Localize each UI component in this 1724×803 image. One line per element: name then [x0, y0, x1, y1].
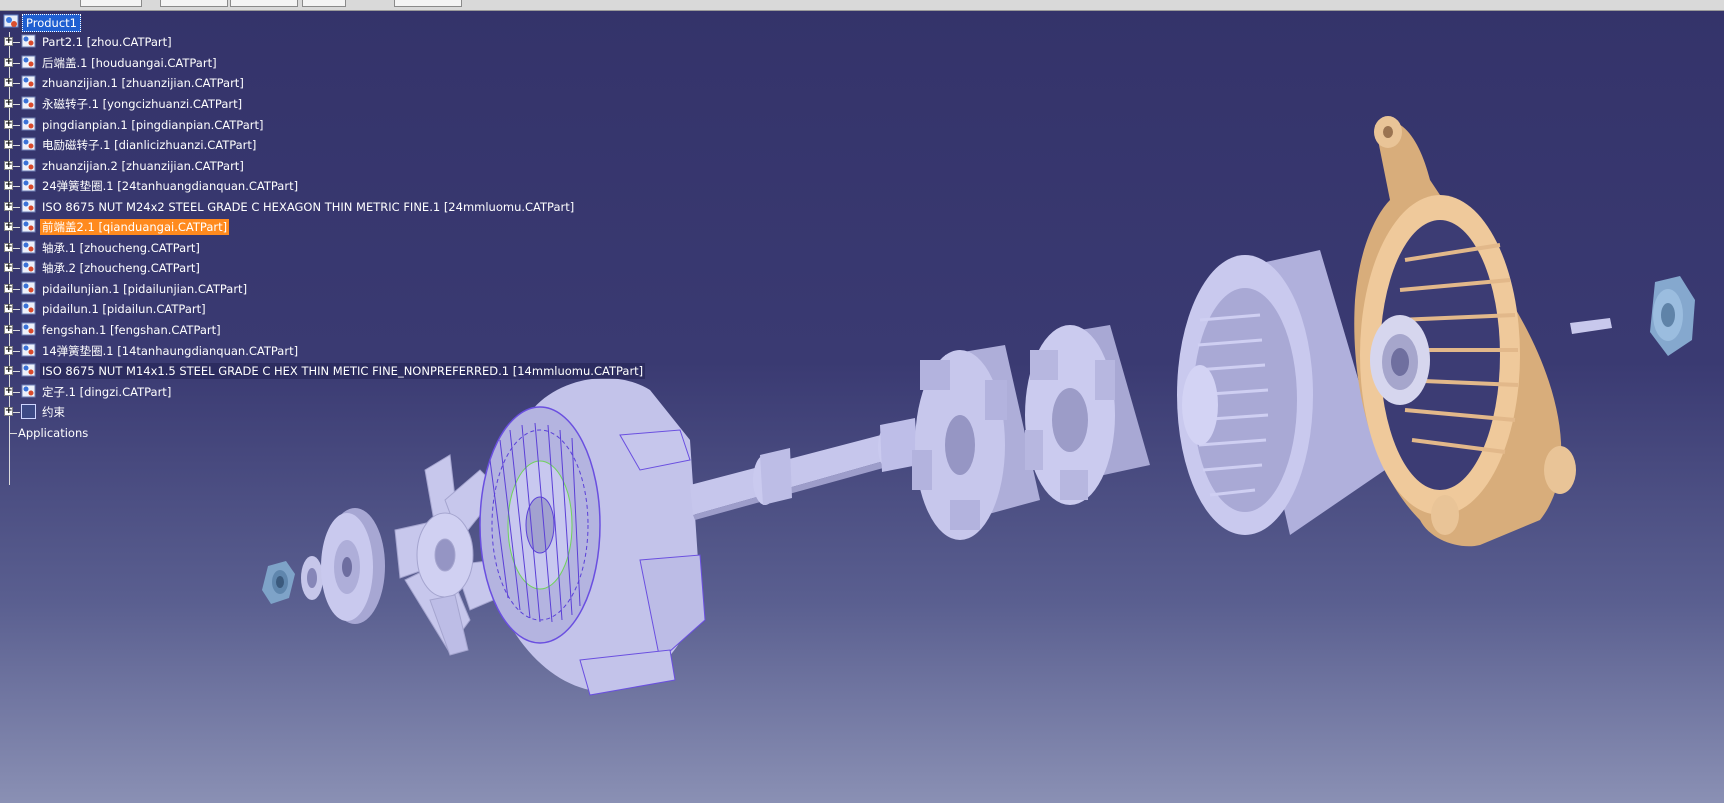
tree-item-label[interactable]: 永磁转子.1 [yongcizhuanzi.CATPart] [40, 96, 244, 112]
expand-icon[interactable]: + [4, 37, 13, 46]
part-icon [21, 55, 36, 69]
part-icon [21, 363, 36, 377]
expand-icon[interactable]: + [4, 120, 13, 129]
excitation-rotor[interactable] [912, 345, 1040, 540]
nut-m14[interactable] [262, 561, 295, 604]
tree-item-label[interactable]: pingdianpian.1 [pingdianpian.CATPart] [40, 117, 265, 133]
part-icon [21, 240, 36, 254]
specification-tree: Product1 + Part2.1 [zhou.CATPart] + 后端盖.… [0, 12, 646, 492]
part-icon [21, 75, 36, 89]
tree-item-label[interactable]: Part2.1 [zhou.CATPart] [40, 34, 174, 50]
constraints-icon [21, 404, 36, 419]
permanent-magnet-rotor[interactable] [1025, 325, 1150, 505]
tree-item-label[interactable]: 24弹簧垫圈.1 [24tanhuangdianquan.CATPart] [40, 178, 300, 194]
applications-label[interactable]: Applications [18, 425, 88, 441]
part-icon [21, 158, 36, 172]
tree-item-label[interactable]: 轴承.2 [zhoucheng.CATPart] [40, 260, 202, 276]
expand-icon[interactable]: + [4, 202, 13, 211]
tree-item-label[interactable]: ISO 8675 NUT M24x2 STEEL GRADE C HEXAGON… [40, 199, 576, 215]
part-icon [21, 178, 36, 192]
part-icon [21, 96, 36, 110]
tree-root-label[interactable]: Product1 [22, 14, 81, 32]
part-icon [21, 117, 36, 131]
tree-item-label[interactable]: 电励磁转子.1 [dianlicizhuanzi.CATPart] [40, 137, 258, 153]
tree-item-label[interactable]: ISO 8675 NUT M14x1.5 STEEL GRADE C HEX T… [40, 363, 646, 379]
spring-washer-14[interactable] [301, 556, 323, 600]
part-icon [21, 322, 36, 336]
expand-icon[interactable]: + [4, 304, 13, 313]
tree-item-label[interactable]: zhuanzijian.2 [zhuanzijian.CATPart] [40, 158, 246, 174]
shaft[interactable] [690, 418, 918, 520]
tree-item-label[interactable]: zhuanzijian.1 [zhuanzijian.CATPart] [40, 75, 246, 91]
part-icon [21, 260, 36, 274]
tree-item-label[interactable]: 约束 [40, 404, 67, 420]
pulley[interactable] [321, 508, 385, 624]
expand-icon[interactable]: + [4, 161, 13, 170]
product-icon [3, 14, 19, 28]
part-icon [21, 34, 36, 48]
tree-item-label[interactable]: pidailunjian.1 [pidailunjian.CATPart] [40, 281, 249, 297]
expand-icon[interactable]: + [4, 387, 13, 396]
part-icon [21, 137, 36, 151]
expand-icon[interactable]: + [4, 263, 13, 272]
expand-icon[interactable]: + [4, 181, 13, 190]
expand-icon[interactable]: + [4, 140, 13, 149]
tree-item-label[interactable]: 后端盖.1 [houduangai.CATPart] [40, 55, 219, 71]
expand-icon[interactable]: + [4, 284, 13, 293]
tree-item-label[interactable]: 定子.1 [dingzi.CATPart] [40, 384, 173, 400]
nut-m24[interactable] [1650, 276, 1695, 356]
expand-icon[interactable]: + [4, 58, 13, 67]
tree-item-label[interactable]: 14弹簧垫圈.1 [14tanhaungdianquan.CATPart] [40, 343, 300, 359]
expand-icon[interactable]: + [4, 243, 13, 252]
tree-item-label[interactable]: 前端盖2.1 [qianduangai.CATPart] [40, 219, 230, 235]
tree-item-label[interactable]: pidailun.1 [pidailun.CATPart] [40, 301, 208, 317]
part-icon [21, 343, 36, 357]
part-icon [21, 199, 36, 213]
part-icon [21, 384, 36, 398]
part-icon [21, 281, 36, 295]
expand-icon[interactable]: + [4, 366, 13, 375]
part-icon [21, 219, 36, 233]
part-icon [21, 301, 36, 315]
expand-icon[interactable]: + [4, 222, 13, 231]
stator[interactable] [1177, 250, 1385, 535]
tree-item-label[interactable]: fengshan.1 [fengshan.CATPart] [40, 322, 223, 338]
expand-icon[interactable]: + [4, 99, 13, 108]
expand-icon[interactable]: + [4, 407, 13, 416]
rear-end-cover[interactable] [1354, 116, 1576, 547]
expand-icon[interactable]: + [4, 325, 13, 334]
expand-icon[interactable]: + [4, 346, 13, 355]
spring-washer-24[interactable] [1570, 318, 1612, 334]
expand-icon[interactable]: + [4, 78, 13, 87]
tree-item-label[interactable]: 轴承.1 [zhoucheng.CATPart] [40, 240, 202, 256]
